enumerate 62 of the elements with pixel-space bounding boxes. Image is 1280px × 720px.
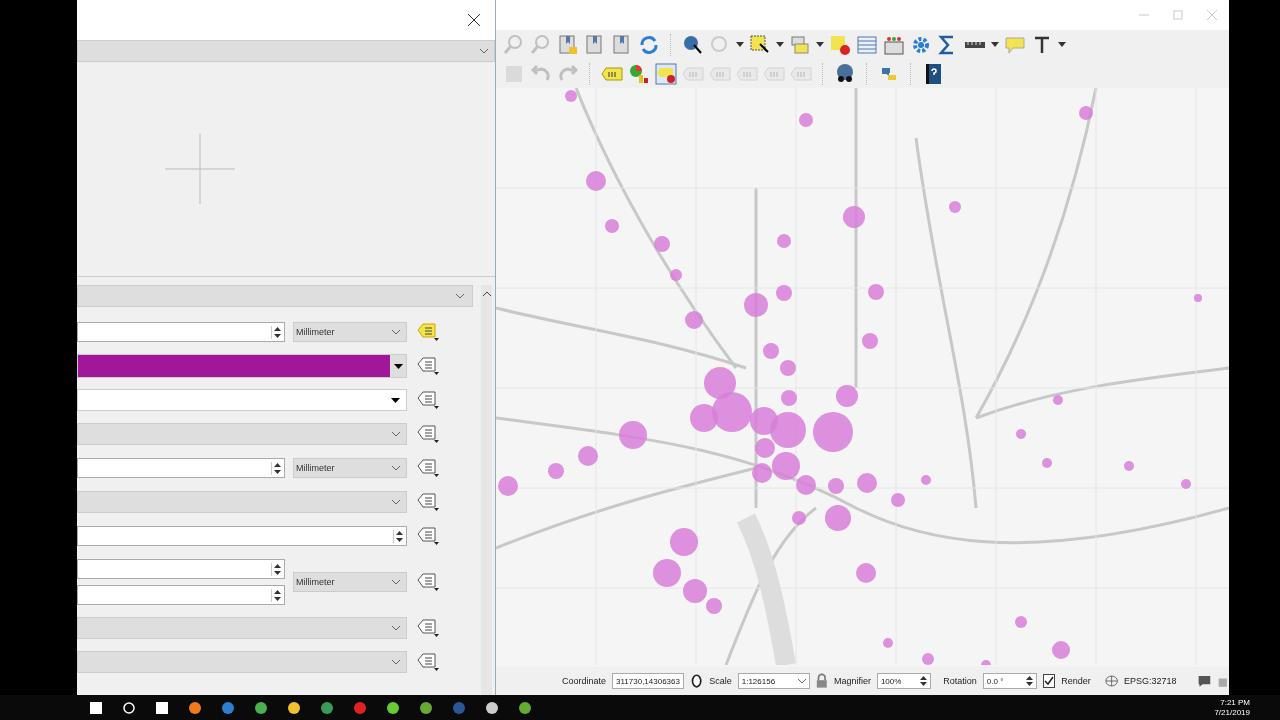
rotation-field[interactable]: 0.0 ° xyxy=(982,673,1038,689)
data-defined-button[interactable] xyxy=(415,320,441,344)
render-checkbox[interactable] xyxy=(1043,674,1056,688)
clock-time: 7:21 PM xyxy=(1220,697,1250,708)
spin-box[interactable] xyxy=(77,585,285,605)
lock-icon[interactable] xyxy=(816,673,828,689)
unit-dropdown[interactable]: Millimeter xyxy=(293,572,407,592)
chevron-down-icon xyxy=(392,659,400,665)
chevron-down-icon xyxy=(392,431,400,437)
scale-label: Scale xyxy=(709,676,732,686)
unit-dropdown[interactable]: Millimeter xyxy=(293,458,407,478)
close-icon xyxy=(468,14,480,26)
chevron-down-icon xyxy=(392,499,400,505)
spin-arrows-icon xyxy=(395,529,403,543)
label-pin-icon[interactable] xyxy=(654,61,678,86)
spin-arrows-icon[interactable] xyxy=(920,675,928,687)
data-defined-button[interactable] xyxy=(415,650,441,674)
spin-arrows-icon xyxy=(273,562,281,576)
spin-arrows-icon xyxy=(273,588,281,602)
restore-icon xyxy=(1173,10,1183,20)
bookmark-new-icon[interactable] xyxy=(556,32,580,57)
coordinate-label: Coordinate xyxy=(562,676,607,686)
spin-box[interactable] xyxy=(77,559,285,579)
chevron-down-icon xyxy=(392,329,400,335)
clock-date: 7/21/2019 xyxy=(1214,707,1250,718)
caret-icon xyxy=(393,363,403,369)
chevron-down-icon xyxy=(480,48,488,54)
data-defined-button[interactable] xyxy=(415,354,441,378)
caret-icon xyxy=(391,397,400,403)
spin-arrows-icon xyxy=(273,325,281,339)
render-label: Render xyxy=(1061,676,1091,686)
data-defined-button[interactable] xyxy=(415,616,441,640)
chevron-down-icon xyxy=(798,678,807,684)
spin-box[interactable] xyxy=(77,322,285,342)
close-icon xyxy=(1207,10,1217,20)
data-defined-button[interactable] xyxy=(415,524,441,548)
spin-arrows-icon[interactable] xyxy=(1026,675,1034,687)
scrollbar[interactable] xyxy=(481,285,492,695)
data-defined-button[interactable] xyxy=(415,456,441,480)
coordinate-field[interactable]: 311730,14306363 xyxy=(612,673,684,689)
scroll-up-icon[interactable] xyxy=(482,291,491,296)
scale-field[interactable]: 1:126156 xyxy=(737,673,811,689)
chevron-down-icon xyxy=(456,293,464,299)
chevron-down-icon xyxy=(392,465,400,471)
data-defined-button[interactable] xyxy=(415,388,441,412)
message-icon[interactable] xyxy=(1196,673,1212,689)
crosshair-icon xyxy=(165,134,235,204)
data-defined-button[interactable] xyxy=(415,570,441,594)
magnifier-field[interactable]: 100% xyxy=(876,673,932,689)
rotation-label: Rotation xyxy=(943,676,977,686)
chevron-down-icon xyxy=(392,625,400,631)
magnifier-label: Magnifier xyxy=(833,676,871,686)
color-button[interactable] xyxy=(77,354,407,378)
mouse-icon[interactable] xyxy=(689,673,704,689)
spin-box[interactable] xyxy=(77,526,407,546)
spin-arrows-icon xyxy=(273,461,281,475)
chevron-down-icon xyxy=(392,579,400,585)
spin-box[interactable] xyxy=(77,458,285,478)
data-defined-button[interactable] xyxy=(415,422,441,446)
crs-label[interactable]: EPSG:32718 xyxy=(1123,676,1177,686)
unit-dropdown[interactable]: Millimeter xyxy=(293,322,407,342)
data-defined-button[interactable] xyxy=(415,490,441,514)
